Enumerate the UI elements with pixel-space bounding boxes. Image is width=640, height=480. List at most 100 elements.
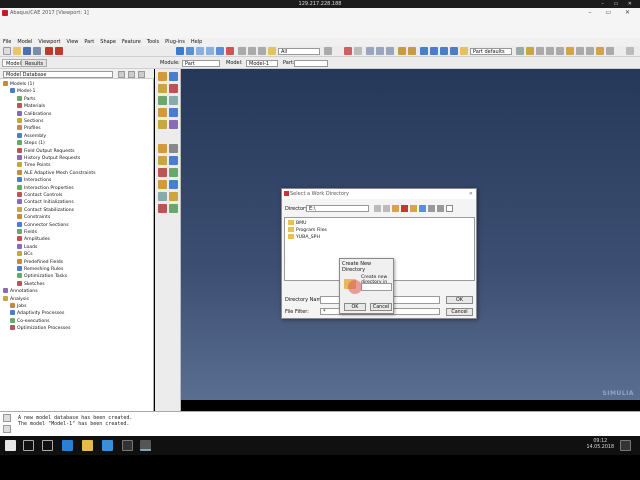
module-tool-icon[interactable]: [169, 204, 178, 213]
tree-item[interactable]: Time Points: [17, 162, 51, 169]
cae-icon[interactable]: [45, 47, 53, 55]
folder-item[interactable]: Program Files: [288, 227, 327, 234]
tree-filter-icon[interactable]: [118, 71, 125, 78]
module-select[interactable]: Part: [182, 60, 220, 67]
ok-button[interactable]: OK: [446, 296, 473, 304]
icon-view-icon[interactable]: [437, 205, 444, 212]
tree-item[interactable]: Jobs: [10, 303, 26, 310]
menu-item-model[interactable]: Model: [14, 38, 35, 46]
module-tool-icon[interactable]: [158, 72, 167, 81]
view-front-icon[interactable]: [238, 47, 246, 55]
tree-item[interactable]: Optimization Processes: [10, 325, 71, 332]
tree-item[interactable]: Predefined Fields: [17, 258, 63, 266]
close-icon[interactable]: ✕: [469, 189, 473, 199]
module-tool-icon[interactable]: [169, 84, 178, 93]
new-icon[interactable]: [3, 47, 11, 55]
perspective-icon[interactable]: [408, 47, 416, 55]
module-tool-icon[interactable]: [158, 84, 167, 93]
rotate-icon[interactable]: [186, 47, 194, 55]
tree-item[interactable]: History Output Requests: [17, 155, 80, 162]
menu-item-plugins[interactable]: Plug-ins: [162, 38, 188, 46]
color-code-icon[interactable]: [460, 47, 468, 55]
render-wireframe-icon[interactable]: [366, 47, 374, 55]
tree-item[interactable]: Parts: [17, 95, 35, 103]
query-icon[interactable]: [344, 47, 352, 55]
tool-icon-e[interactable]: [576, 47, 584, 55]
cancel-button[interactable]: Cancel: [446, 308, 473, 316]
tree-item[interactable]: Models (1): [3, 81, 34, 88]
model-database-select[interactable]: Model Database: [3, 71, 113, 78]
tree-item[interactable]: Remeshing Rules: [17, 266, 63, 273]
auto-fit-icon[interactable]: [216, 47, 224, 55]
tree-item[interactable]: Contact Stabilizations: [17, 206, 74, 214]
store-icon[interactable]: [102, 440, 113, 451]
shade-icon[interactable]: [398, 47, 406, 55]
tree-item[interactable]: Connector Sections: [17, 221, 69, 229]
subdialog-ok-button[interactable]: OK: [344, 303, 366, 311]
menu-item-feature[interactable]: Feature: [119, 38, 144, 46]
home-icon[interactable]: [392, 205, 399, 212]
tree-item[interactable]: Sections: [17, 118, 43, 125]
tree-item[interactable]: Adaptivity Processes: [10, 310, 64, 317]
new-directory-field[interactable]: [361, 283, 392, 291]
module-tool-icon[interactable]: [158, 180, 167, 189]
print-icon[interactable]: [33, 47, 41, 55]
tree-item[interactable]: Constraints: [17, 214, 50, 221]
tree-item[interactable]: ALE Adaptive Mesh Constraints: [17, 169, 96, 177]
selection-option-icon[interactable]: [324, 47, 332, 55]
module-tool-icon[interactable]: [169, 156, 178, 165]
view-manip-icon[interactable]: [354, 47, 362, 55]
lock-icon[interactable]: [526, 47, 534, 55]
start-icon[interactable]: [5, 440, 16, 451]
color-option-icon[interactable]: [516, 47, 524, 55]
tree-item[interactable]: Field Output Requests: [17, 147, 75, 155]
menu-item-help[interactable]: Help: [188, 38, 205, 46]
box-zoom-icon[interactable]: [206, 47, 214, 55]
module-tool-icon[interactable]: [158, 96, 167, 105]
abaqus-taskbar-icon[interactable]: [140, 440, 151, 451]
back-icon[interactable]: [383, 205, 390, 212]
new-folder-icon[interactable]: [410, 205, 417, 212]
subdialog-cancel-button[interactable]: Cancel: [370, 303, 392, 311]
tree-item[interactable]: BCs: [17, 251, 33, 258]
zoom-icon[interactable]: [196, 47, 204, 55]
tree-item[interactable]: Fields: [17, 229, 37, 236]
tree-item[interactable]: Annotations: [3, 288, 38, 295]
module-tool-icon[interactable]: [158, 108, 167, 117]
module-tool-icon[interactable]: [169, 192, 178, 201]
module-tool-icon[interactable]: [158, 120, 167, 129]
view-iso4-icon[interactable]: [450, 47, 458, 55]
odb-icon[interactable]: [55, 47, 63, 55]
folder-item[interactable]: BMU: [288, 220, 306, 227]
module-tool-icon[interactable]: [158, 192, 167, 201]
directory-select[interactable]: E:\: [306, 205, 369, 212]
tool-icon-b[interactable]: [546, 47, 554, 55]
python-tab-icon[interactable]: [3, 425, 11, 433]
module-tool-icon[interactable]: [158, 156, 167, 165]
task-view-icon[interactable]: [42, 440, 53, 451]
up-folder-icon[interactable]: [374, 205, 381, 212]
view-side-icon[interactable]: [258, 47, 266, 55]
tree-expand-icon[interactable]: [128, 71, 135, 78]
tree-item[interactable]: Optimization Tasks: [17, 273, 67, 280]
tree-item[interactable]: Amplitudes: [17, 236, 50, 243]
tree-item[interactable]: Steps (1): [17, 140, 45, 147]
menu-item-file[interactable]: File: [0, 38, 14, 46]
tree-item[interactable]: Analysis: [3, 295, 29, 303]
remote-window-controls[interactable]: – ▭ ✕: [601, 0, 636, 8]
module-tool-icon[interactable]: [158, 204, 167, 213]
module-tool-icon[interactable]: [169, 144, 178, 153]
module-tool-icon[interactable]: [169, 180, 178, 189]
message-tab-icon[interactable]: [3, 414, 11, 422]
list-view-icon[interactable]: [419, 205, 426, 212]
tool-icon-f[interactable]: [586, 47, 594, 55]
menu-item-part[interactable]: Part: [81, 38, 97, 46]
detail-view-icon[interactable]: [428, 205, 435, 212]
module-tool-icon[interactable]: [169, 108, 178, 117]
part-select[interactable]: [294, 60, 328, 67]
select-icon[interactable]: [268, 47, 276, 55]
module-tool-icon[interactable]: [169, 168, 178, 177]
tree-collapse-icon[interactable]: [138, 71, 145, 78]
tree-item[interactable]: Interactions: [17, 177, 51, 184]
tree-item[interactable]: Interaction Properties: [17, 184, 74, 192]
